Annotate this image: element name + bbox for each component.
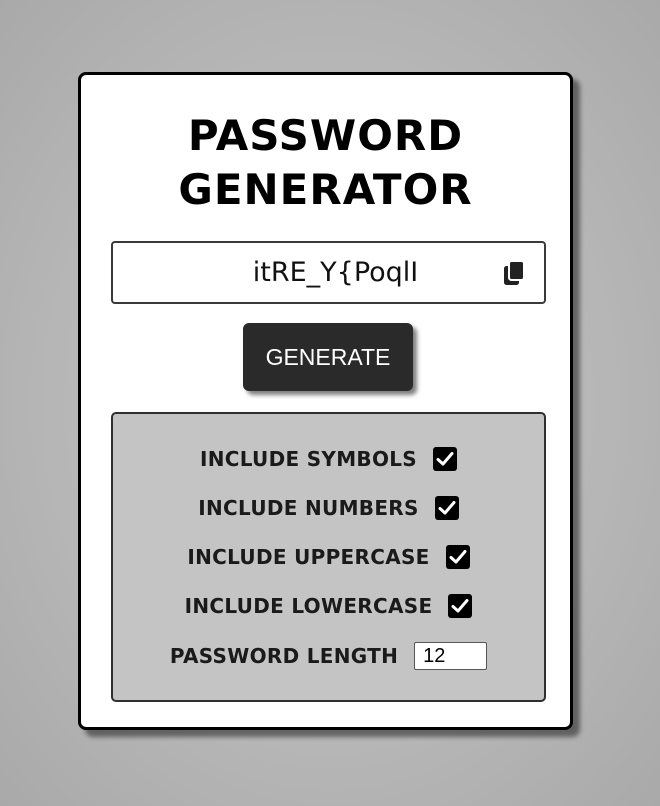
option-label: INCLUDE SYMBOLS bbox=[199, 447, 418, 471]
page-title: PASSWORD GENERATOR bbox=[81, 109, 570, 217]
password-text[interactable]: itRE_Y{PoqlI bbox=[113, 243, 544, 302]
option-label: INCLUDE NUMBERS bbox=[198, 496, 419, 520]
include-numbers-checkbox[interactable] bbox=[434, 496, 459, 520]
password-length-label: PASSWORD LENGTH bbox=[169, 644, 399, 668]
include-lowercase-checkbox[interactable] bbox=[448, 594, 473, 618]
generate-button[interactable]: GENERATE bbox=[243, 323, 413, 391]
password-length-input[interactable] bbox=[414, 642, 488, 670]
option-password-length: PASSWORD LENGTH bbox=[113, 641, 544, 671]
copy-icon[interactable] bbox=[503, 260, 527, 286]
option-include-lowercase: INCLUDE LOWERCASE bbox=[113, 591, 544, 621]
option-label: INCLUDE LOWERCASE bbox=[184, 594, 433, 618]
include-uppercase-checkbox[interactable] bbox=[445, 545, 470, 569]
option-include-uppercase: INCLUDE UPPERCASE bbox=[113, 542, 544, 572]
password-generator-card: PASSWORD GENERATOR itRE_Y{PoqlI GENERATE… bbox=[78, 72, 573, 730]
password-output[interactable]: itRE_Y{PoqlI bbox=[111, 241, 546, 304]
option-include-symbols: INCLUDE SYMBOLS bbox=[113, 444, 544, 474]
options-panel: INCLUDE SYMBOLS INCLUDE NUMBERS INCLUDE … bbox=[111, 412, 546, 702]
include-symbols-checkbox[interactable] bbox=[433, 447, 458, 471]
title-line-1: PASSWORD bbox=[187, 111, 464, 160]
title-line-2: GENERATOR bbox=[178, 165, 473, 214]
option-label: INCLUDE UPPERCASE bbox=[187, 545, 430, 569]
option-include-numbers: INCLUDE NUMBERS bbox=[113, 493, 544, 523]
